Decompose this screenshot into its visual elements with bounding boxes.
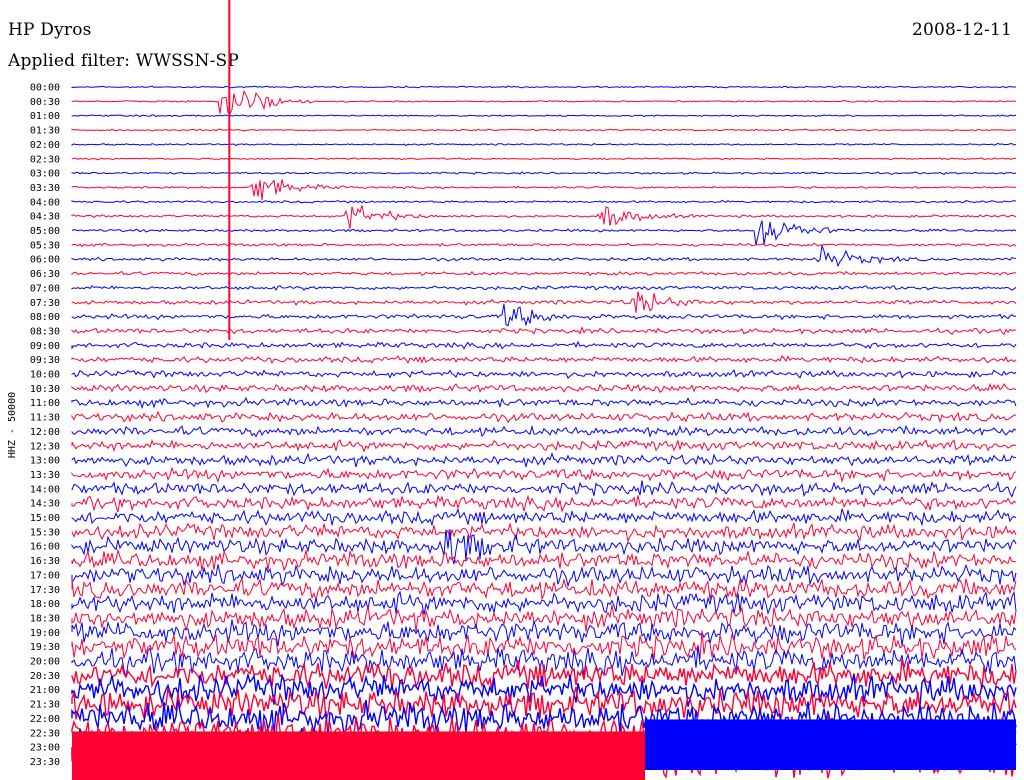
tick-label: 16:00	[30, 542, 60, 553]
tick-label: 22:30	[30, 728, 60, 739]
trace-line	[71, 242, 1017, 248]
tick-label: 06:00	[30, 255, 60, 266]
tick-label: 17:00	[30, 570, 60, 581]
trace-line	[71, 243, 1017, 268]
tick-label: 04:30	[30, 212, 60, 223]
tick-label: 19:30	[30, 642, 60, 653]
tick-label: 07:00	[30, 283, 60, 294]
trace-line	[71, 576, 1017, 602]
trace-line	[71, 114, 1017, 118]
tick-label: 08:00	[30, 312, 60, 323]
tick-label: 22:00	[30, 714, 60, 725]
trace-line	[71, 340, 1017, 350]
trace-line	[71, 303, 1017, 327]
trace-line	[71, 396, 1017, 410]
trace-line	[71, 604, 1017, 632]
tick-label: 08:30	[30, 326, 60, 337]
trace-line	[71, 439, 1017, 453]
tick-label: 15:00	[30, 513, 60, 524]
tick-labels: 00:00 00:30 01:00 01:30 02:00 02:30 03:00 03:30…	[30, 83, 60, 768]
trace-line	[71, 220, 1017, 246]
trace-line	[71, 142, 1017, 147]
tick-label: 13:30	[30, 470, 60, 481]
tick-label: 09:00	[30, 341, 60, 352]
tick-label: 05:00	[30, 226, 60, 237]
trace-line	[71, 157, 1016, 161]
trace-line	[71, 179, 1017, 201]
trace-line	[71, 645, 1017, 678]
tick-label: 02:30	[30, 154, 60, 165]
trace-line	[71, 171, 1017, 175]
tick-label: 17:30	[30, 585, 60, 596]
trace-line	[71, 466, 1017, 484]
trace-line	[71, 128, 1017, 132]
y-axis-label: HHZ - 50000	[7, 392, 18, 458]
tick-label: 15:30	[30, 527, 60, 538]
tick-label: 18:30	[30, 613, 60, 624]
tick-label: 10:30	[30, 384, 60, 395]
trace-line	[71, 199, 1017, 204]
trace-line	[71, 326, 1017, 336]
tick-label: 14:30	[30, 499, 60, 510]
trace-line	[71, 285, 1017, 291]
trace-line	[71, 630, 1017, 661]
tick-label: 23:30	[30, 757, 60, 768]
trace-line	[71, 382, 1017, 394]
trace-line	[71, 291, 1017, 313]
tick-label: 02:00	[30, 140, 60, 151]
tick-label: 03:00	[30, 169, 60, 180]
trace-line	[71, 424, 1017, 439]
tick-label: 01:30	[30, 126, 60, 137]
tick-label: 11:30	[30, 413, 60, 424]
trace-line	[71, 85, 1017, 89]
trace-line	[71, 452, 1017, 468]
trace-line	[71, 270, 1017, 277]
tick-label: 16:30	[30, 556, 60, 567]
tick-label: 06:30	[30, 269, 60, 280]
tick-label: 20:00	[30, 657, 60, 668]
tick-label: 03:30	[30, 183, 60, 194]
trace-line	[71, 522, 1017, 543]
tick-label: 05:30	[30, 240, 60, 251]
trace-line	[71, 494, 1017, 513]
tick-label: 00:30	[30, 97, 60, 108]
tick-label: 07:30	[30, 298, 60, 309]
tick-label: 23:00	[30, 743, 60, 754]
tick-label: 04:00	[30, 197, 60, 208]
tick-label: 21:00	[30, 685, 60, 696]
saturated-segment	[645, 719, 1016, 770]
traces	[71, 0, 1017, 780]
saturated-segment	[72, 731, 645, 780]
tick-label: 19:00	[30, 628, 60, 639]
tick-label: 14:00	[30, 484, 60, 495]
helicorder-plot: HHZ - 50000 00:00 00:30 01:00 01:30 02:00 02:…	[7, 0, 1017, 780]
tick-label: 11:00	[30, 398, 60, 409]
tick-label: 20:30	[30, 671, 60, 682]
tick-label: 12:30	[30, 441, 60, 452]
trace-line	[71, 529, 1017, 565]
tick-label: 13:00	[30, 456, 60, 467]
tick-label: 18:00	[30, 599, 60, 610]
trace-line	[71, 354, 1017, 365]
trace-line	[71, 410, 1016, 424]
trace-line	[71, 205, 1017, 229]
tick-label: 21:30	[30, 700, 60, 711]
tick-label: 12:00	[30, 427, 60, 438]
trace-line	[71, 369, 1017, 379]
tick-label: 10:00	[30, 370, 60, 381]
trace-line	[71, 89, 1017, 115]
tick-label: 09:30	[30, 355, 60, 366]
tick-label: 01:00	[30, 111, 60, 122]
trace-line	[71, 480, 1017, 498]
tick-label: 00:00	[30, 83, 60, 94]
